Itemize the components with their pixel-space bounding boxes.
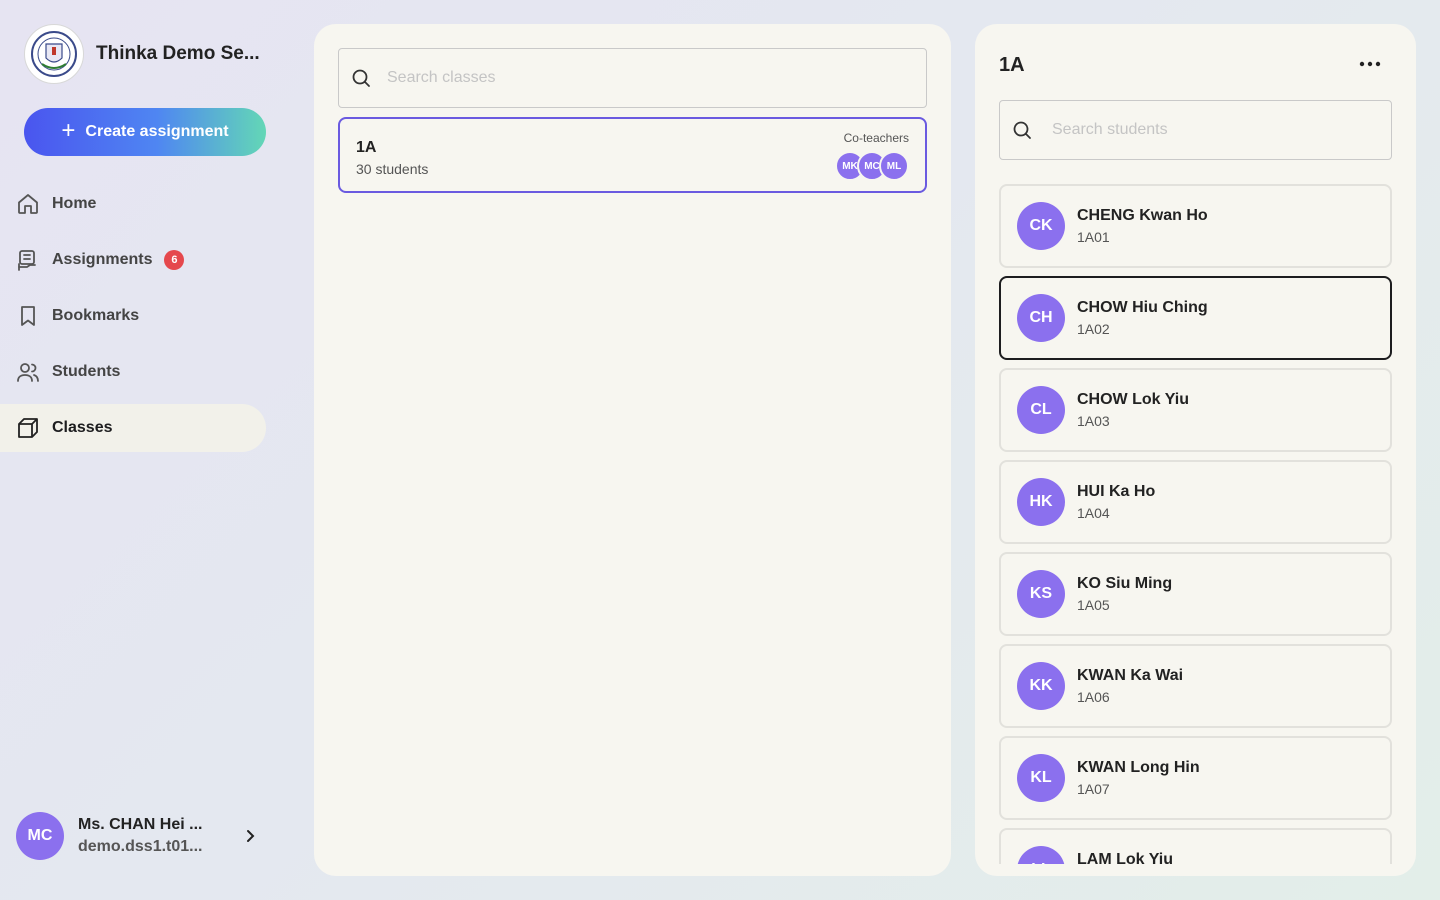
sidebar-item-label: Classes [52,419,113,436]
school-name: Thinka Demo Se... [96,43,260,64]
sidebar-item-classes[interactable]: Classes [0,404,266,452]
student-name: CHENG Kwan Ho [1077,207,1208,224]
student-search[interactable] [999,100,1392,160]
cube-icon [16,416,40,440]
coteacher-avatars: MK MC ML [835,151,909,181]
classes-panel: 1A 30 students Co-teachers MK MC ML [314,24,951,876]
search-classes-input[interactable] [387,69,857,87]
student-name: KWAN Ka Wai [1077,667,1184,684]
list-item[interactable]: CL CHOW Lok Yiu 1A03 [999,368,1392,452]
list-item[interactable]: LL LAM Lok Yiu 1A08 [999,828,1392,864]
class-student-count: 30 students [356,161,429,177]
avatar: CH [1017,294,1065,342]
chevron-right-icon[interactable] [238,824,262,848]
avatar: HK [1017,478,1065,526]
student-name: CHOW Lok Yiu [1077,391,1189,408]
class-name: 1A [356,139,377,156]
student-id: 1A04 [1077,505,1110,521]
list-item[interactable]: CK CHENG Kwan Ho 1A01 [999,184,1392,268]
sidebar-item-label: Students [52,363,121,380]
students-panel: 1A CK CHENG Kwan Ho 1A01 CH CHOW Hiu Chi… [975,24,1416,876]
user-profile[interactable]: MC Ms. CHAN Hei ... demo.dss1.t01... [16,812,266,860]
student-id: 1A02 [1077,321,1110,337]
avatar: LL [1017,846,1065,864]
avatar: CK [1017,202,1065,250]
create-assignment-label: Create assignment [85,123,229,140]
school-logo [24,24,84,84]
class-card[interactable]: 1A 30 students Co-teachers MK MC ML [338,117,927,193]
avatar: CL [1017,386,1065,434]
student-name: LAM Lok Yiu [1077,851,1173,864]
sidebar-item-home[interactable]: Home [0,180,266,228]
student-id: 1A01 [1077,229,1110,245]
users-icon [16,360,40,384]
avatar: MC [16,812,64,860]
student-id: 1A05 [1077,597,1110,613]
student-list[interactable]: CK CHENG Kwan Ho 1A01 CH CHOW Hiu Ching … [999,184,1392,864]
student-name: CHOW Hiu Ching [1077,299,1208,316]
sidebar-item-label: Home [52,195,97,212]
create-assignment-button[interactable]: + Create assignment [24,108,266,156]
student-name: KO Siu Ming [1077,575,1173,592]
sidebar-item-assignments[interactable]: Assignments 6 [0,236,266,284]
class-search[interactable] [338,48,927,108]
avatar: ML [879,151,909,181]
list-item[interactable]: KL KWAN Long Hin 1A07 [999,736,1392,820]
search-students-input[interactable] [1052,121,1365,139]
sidebar: Thinka Demo Se... + Create assignment Ho… [0,0,290,900]
list-item[interactable]: HK HUI Ka Ho 1A04 [999,460,1392,544]
bookmark-icon [16,304,40,328]
avatar: KS [1017,570,1065,618]
plus-icon: + [61,117,76,144]
sidebar-nav: Home Assignments 6 Bookmarks Students Cl… [0,180,266,460]
student-name: KWAN Long Hin [1077,759,1200,776]
student-id: 1A03 [1077,413,1110,429]
coteachers-label: Co-teachers [843,131,909,145]
user-name: Ms. CHAN Hei ... [78,816,203,833]
sidebar-item-label: Bookmarks [52,307,140,324]
list-item[interactable]: KS KO Siu Ming 1A05 [999,552,1392,636]
search-icon [351,68,371,88]
assignments-count-badge: 6 [164,250,185,270]
student-id: 1A06 [1077,689,1110,705]
assignment-icon [16,248,40,272]
sidebar-item-bookmarks[interactable]: Bookmarks [0,292,266,340]
student-id: 1A07 [1077,781,1110,797]
avatar: KK [1017,662,1065,710]
list-item[interactable]: KK KWAN Ka Wai 1A06 [999,644,1392,728]
home-icon [16,192,40,216]
student-name: HUI Ka Ho [1077,483,1156,500]
sidebar-item-label: Assignments [52,251,153,268]
sidebar-item-students[interactable]: Students [0,348,266,396]
search-icon [1012,120,1032,140]
list-item[interactable]: CH CHOW Hiu Ching 1A02 [999,276,1392,360]
avatar: KL [1017,754,1065,802]
user-email: demo.dss1.t01... [78,838,203,855]
more-options-icon[interactable] [1356,52,1384,76]
school-brand[interactable]: Thinka Demo Se... [24,24,260,84]
panel-title: 1A [999,54,1025,76]
